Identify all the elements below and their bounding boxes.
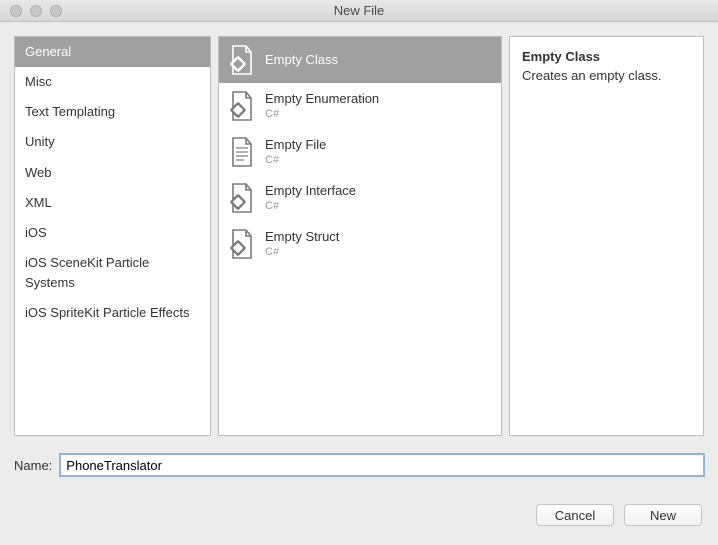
name-label: Name:	[14, 458, 52, 473]
category-label: iOS SceneKit Particle Systems	[25, 255, 149, 290]
template-sublabel: C#	[265, 108, 379, 121]
class-icon	[229, 90, 255, 122]
category-label: Misc	[25, 74, 52, 89]
new-button[interactable]: New	[624, 504, 702, 526]
name-input[interactable]	[60, 454, 704, 476]
category-item[interactable]: Misc	[15, 67, 210, 97]
template-item[interactable]: Empty StructC#	[219, 221, 501, 267]
category-label: iOS SpriteKit Particle Effects	[25, 305, 190, 320]
template-sublabel: C#	[265, 154, 326, 167]
category-label: Web	[25, 165, 52, 180]
file-icon	[229, 136, 255, 168]
template-list: Empty ClassEmpty EnumerationC#Empty File…	[218, 36, 502, 436]
category-item[interactable]: Web	[15, 158, 210, 188]
template-sublabel: C#	[265, 200, 356, 213]
class-icon	[229, 228, 255, 260]
template-label: Empty Interface	[265, 183, 356, 199]
window-title: New File	[0, 3, 718, 18]
category-label: Unity	[25, 134, 55, 149]
category-item[interactable]: Unity	[15, 127, 210, 157]
template-label: Empty Enumeration	[265, 91, 379, 107]
template-sublabel: C#	[265, 246, 339, 259]
description-title: Empty Class	[522, 49, 691, 64]
category-item[interactable]: iOS SpriteKit Particle Effects	[15, 298, 210, 328]
template-label: Empty Struct	[265, 229, 339, 245]
category-item[interactable]: iOS	[15, 218, 210, 248]
category-item[interactable]: Text Templating	[15, 97, 210, 127]
close-window-icon[interactable]	[10, 5, 22, 17]
template-item[interactable]: Empty FileC#	[219, 129, 501, 175]
category-label: General	[25, 44, 71, 59]
category-item[interactable]: iOS SceneKit Particle Systems	[15, 248, 210, 298]
category-label: iOS	[25, 225, 47, 240]
template-item[interactable]: Empty EnumerationC#	[219, 83, 501, 129]
window-controls	[0, 5, 62, 17]
class-icon	[229, 44, 255, 76]
category-label: Text Templating	[25, 104, 115, 119]
template-label: Empty Class	[265, 52, 338, 68]
category-label: XML	[25, 195, 52, 210]
zoom-window-icon[interactable]	[50, 5, 62, 17]
description-panel: Empty Class Creates an empty class.	[509, 36, 704, 436]
template-item[interactable]: Empty Class	[219, 37, 501, 83]
category-item[interactable]: XML	[15, 188, 210, 218]
description-body: Creates an empty class.	[522, 68, 691, 83]
category-list: General Misc Text Templating Unity Web XML iOS…	[14, 36, 211, 436]
template-item[interactable]: Empty InterfaceC#	[219, 175, 501, 221]
minimize-window-icon[interactable]	[30, 5, 42, 17]
titlebar: New File	[0, 0, 718, 22]
class-icon	[229, 182, 255, 214]
category-item[interactable]: General	[15, 37, 210, 67]
cancel-button[interactable]: Cancel	[536, 504, 614, 526]
template-label: Empty File	[265, 137, 326, 153]
